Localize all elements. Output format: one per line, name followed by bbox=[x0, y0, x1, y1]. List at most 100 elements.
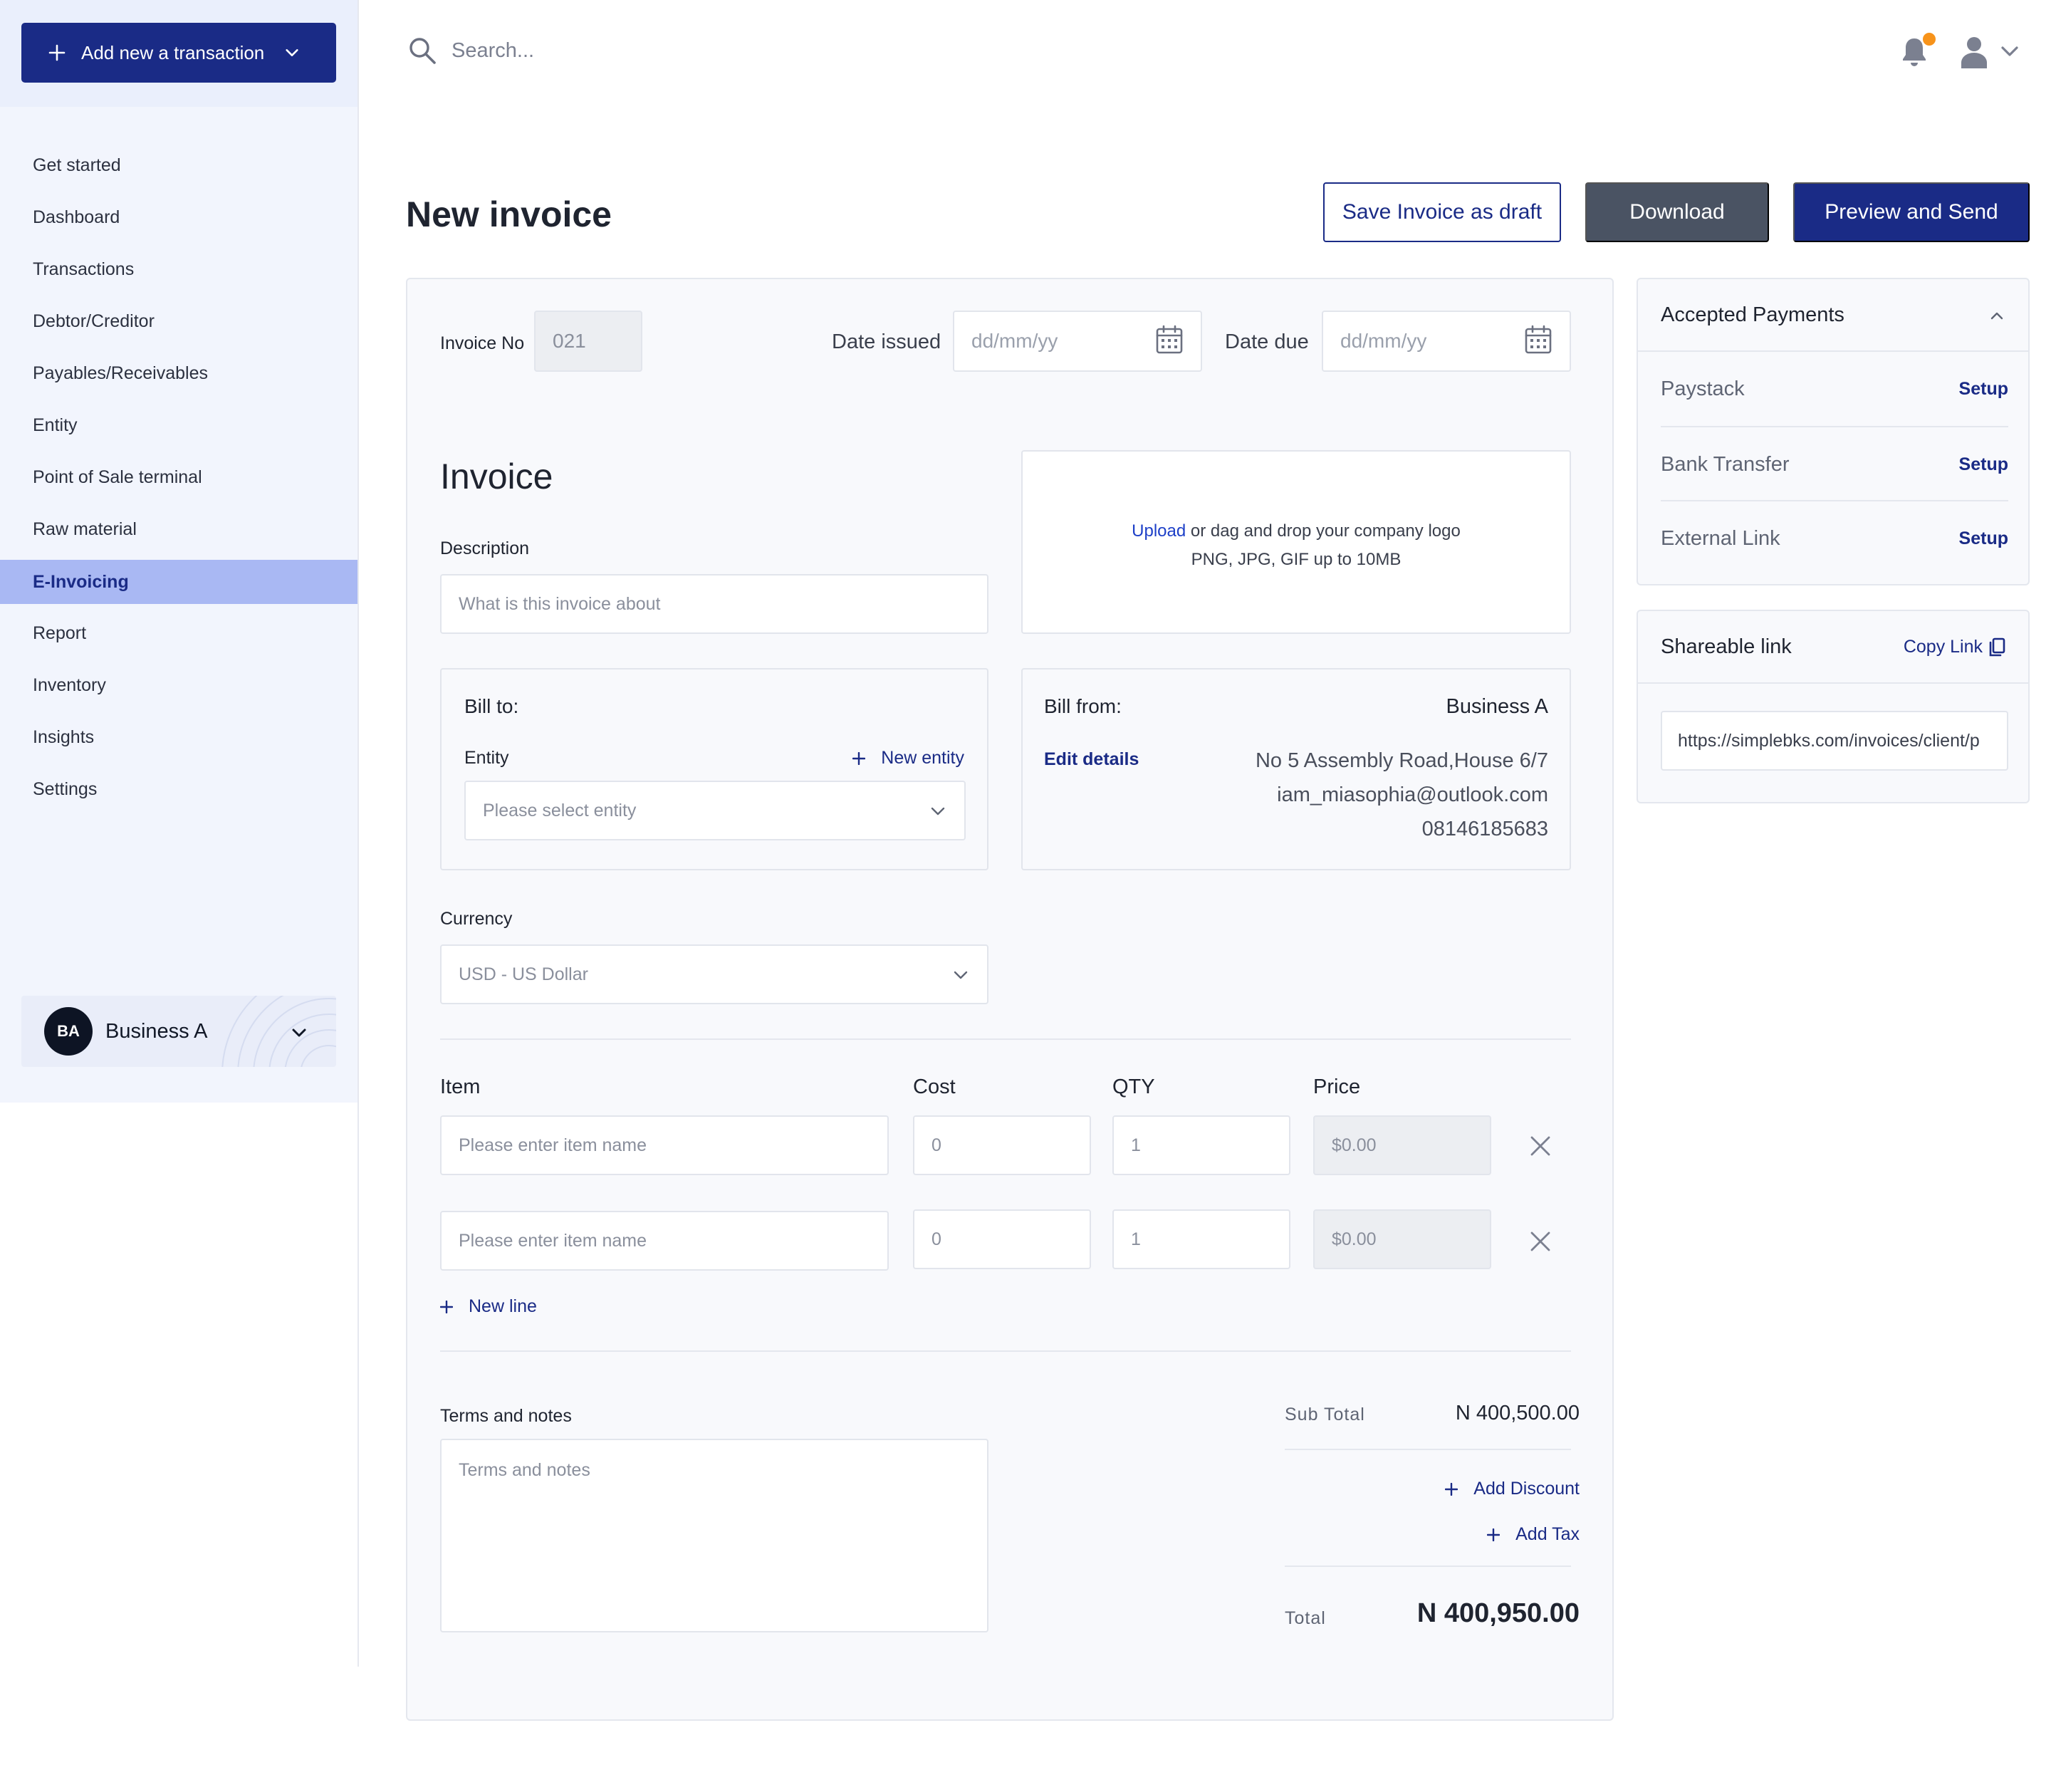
date-due-field[interactable]: dd/mm/yy bbox=[1322, 311, 1571, 372]
divider bbox=[440, 1350, 1571, 1352]
business-name: Business A bbox=[105, 1019, 208, 1043]
accepted-payments-header[interactable]: Accepted Payments bbox=[1638, 279, 2028, 352]
add-discount-button[interactable]: Add Discount bbox=[1445, 1479, 1580, 1499]
date-issued-field[interactable]: dd/mm/yy bbox=[953, 311, 1202, 372]
invoice-heading: Invoice bbox=[440, 457, 553, 496]
date-issued-label: Date issued bbox=[832, 330, 941, 353]
copy-icon bbox=[1989, 637, 2005, 656]
description-input[interactable]: What is this invoice about bbox=[440, 574, 988, 634]
bill-from-email: iam_miasophia@outlook.com bbox=[1277, 783, 1548, 806]
sidebar-item-inventory[interactable]: Inventory bbox=[0, 660, 358, 712]
add-transaction-label: Add new a transaction bbox=[81, 41, 265, 63]
copy-link-button[interactable]: Copy Link bbox=[1904, 637, 2005, 657]
subtotal-label: Sub Total bbox=[1285, 1405, 1365, 1424]
payment-method-external-link: External Link Setup bbox=[1661, 501, 2008, 575]
shareable-link-field[interactable]: https://simplebks.com/invoices/client/p bbox=[1661, 711, 2008, 771]
close-icon[interactable] bbox=[1530, 1231, 1551, 1252]
plus-icon bbox=[852, 752, 866, 766]
bill-from-box: Bill from: Business A Edit details No 5 … bbox=[1021, 668, 1571, 870]
currency-value: USD - US Dollar bbox=[459, 964, 588, 984]
add-tax-button[interactable]: Add Tax bbox=[1487, 1524, 1580, 1545]
download-button[interactable]: Download bbox=[1585, 182, 1769, 242]
logo-dropzone[interactable]: Upload or dag and drop your company logo… bbox=[1021, 450, 1571, 634]
invoice-no-field[interactable]: 021 bbox=[534, 311, 642, 372]
new-entity-label: New entity bbox=[881, 748, 964, 768]
sidebar-item-raw-material[interactable]: Raw material bbox=[0, 504, 358, 556]
item-price-field: $0.00 bbox=[1313, 1115, 1491, 1175]
save-draft-button[interactable]: Save Invoice as draft bbox=[1323, 182, 1561, 242]
terms-textarea[interactable]: Terms and notes bbox=[440, 1439, 988, 1632]
divider bbox=[440, 1038, 1571, 1040]
chevron-down-icon bbox=[292, 1028, 306, 1037]
setup-link[interactable]: Setup bbox=[1959, 379, 2008, 400]
page-title: New invoice bbox=[406, 194, 612, 234]
item-cost-value: 0 bbox=[931, 1229, 941, 1249]
terms-placeholder: Terms and notes bbox=[459, 1460, 590, 1480]
payment-method-name: Bank Transfer bbox=[1661, 452, 1790, 476]
entity-label: Entity bbox=[464, 748, 509, 768]
item-name-placeholder: Please enter item name bbox=[459, 1135, 647, 1155]
add-transaction-button[interactable]: Add new a transaction bbox=[21, 23, 336, 83]
decorative-rings bbox=[221, 996, 336, 1067]
cost-column-header: Cost bbox=[913, 1075, 956, 1098]
subtotal-value: N 400,500.00 bbox=[1455, 1402, 1580, 1424]
sidebar-item-e-invoicing[interactable]: E-Invoicing bbox=[0, 560, 358, 604]
currency-select[interactable]: USD - US Dollar bbox=[440, 944, 988, 1004]
upload-link[interactable]: Upload bbox=[1132, 521, 1186, 541]
sidebar-item-transactions[interactable]: Transactions bbox=[0, 244, 358, 296]
divider bbox=[1285, 1449, 1571, 1450]
invoice-card: Invoice No 021 Date issued dd/mm/yy Date… bbox=[406, 278, 1614, 1721]
item-column-header: Item bbox=[440, 1075, 481, 1098]
upload-text: or dag and drop your company logo bbox=[1186, 521, 1461, 541]
setup-link[interactable]: Setup bbox=[1959, 454, 2008, 475]
payment-method-bank-transfer: Bank Transfer Setup bbox=[1661, 427, 2008, 501]
item-cost-input[interactable]: 0 bbox=[913, 1115, 1091, 1175]
item-name-input[interactable]: Please enter item name bbox=[440, 1115, 889, 1175]
sidebar-item-report[interactable]: Report bbox=[0, 608, 358, 660]
shareable-link-panel: Shareable link Copy Link https://simpleb… bbox=[1637, 610, 2030, 803]
sidebar-item-debtor-creditor[interactable]: Debtor/Creditor bbox=[0, 296, 358, 348]
upload-hint: PNG, JPG, GIF up to 10MB bbox=[1191, 550, 1402, 569]
chevron-down-icon bbox=[931, 807, 945, 816]
close-icon[interactable] bbox=[1530, 1135, 1551, 1157]
sidebar-item-entity[interactable]: Entity bbox=[0, 400, 358, 452]
add-discount-label: Add Discount bbox=[1473, 1479, 1580, 1499]
item-qty-value: 1 bbox=[1131, 1229, 1141, 1249]
item-qty-input[interactable]: 1 bbox=[1112, 1209, 1290, 1269]
calendar-icon[interactable] bbox=[1524, 325, 1552, 355]
sidebar-item-insights[interactable]: Insights bbox=[0, 712, 358, 764]
bill-from-address: No 5 Assembly Road,House 6/7 bbox=[1255, 749, 1548, 772]
sidebar-item-payables-receivables[interactable]: Payables/Receivables bbox=[0, 348, 358, 400]
item-name-input[interactable]: Please enter item name bbox=[440, 1211, 889, 1271]
sidebar-item-pos-terminal[interactable]: Point of Sale terminal bbox=[0, 452, 358, 504]
sidebar-item-settings[interactable]: Settings bbox=[0, 764, 358, 816]
sidebar-item-get-started[interactable]: Get started bbox=[0, 140, 358, 192]
item-cost-input[interactable]: 0 bbox=[913, 1209, 1091, 1269]
sidebar-item-dashboard[interactable]: Dashboard bbox=[0, 192, 358, 244]
search-input[interactable] bbox=[452, 34, 950, 67]
description-placeholder: What is this invoice about bbox=[459, 593, 661, 614]
user-icon[interactable] bbox=[1960, 36, 1988, 68]
entity-select-placeholder: Please select entity bbox=[483, 800, 637, 821]
business-switcher[interactable]: BA Business A bbox=[21, 996, 336, 1067]
chevron-down-icon[interactable] bbox=[2000, 43, 2020, 60]
new-entity-link[interactable]: New entity bbox=[852, 748, 964, 769]
new-line-button[interactable]: New line bbox=[440, 1296, 537, 1317]
avatar: BA bbox=[44, 1007, 93, 1056]
item-price-value: $0.00 bbox=[1332, 1135, 1377, 1155]
item-name-placeholder: Please enter item name bbox=[459, 1230, 647, 1251]
invoice-no-label: Invoice No bbox=[440, 333, 525, 353]
item-price-value: $0.00 bbox=[1332, 1229, 1377, 1249]
preview-send-button[interactable]: Preview and Send bbox=[1793, 182, 2030, 242]
calendar-icon[interactable] bbox=[1155, 325, 1184, 355]
add-tax-label: Add Tax bbox=[1515, 1524, 1580, 1544]
price-column-header: Price bbox=[1313, 1075, 1361, 1098]
setup-link[interactable]: Setup bbox=[1959, 528, 2008, 549]
edit-details-link[interactable]: Edit details bbox=[1044, 749, 1139, 770]
entity-select[interactable]: Please select entity bbox=[464, 781, 966, 840]
qty-column-header: QTY bbox=[1112, 1075, 1155, 1098]
total-label: Total bbox=[1285, 1608, 1326, 1628]
item-qty-input[interactable]: 1 bbox=[1112, 1115, 1290, 1175]
notification-dot bbox=[1923, 33, 1936, 46]
plus-icon bbox=[1487, 1528, 1501, 1542]
